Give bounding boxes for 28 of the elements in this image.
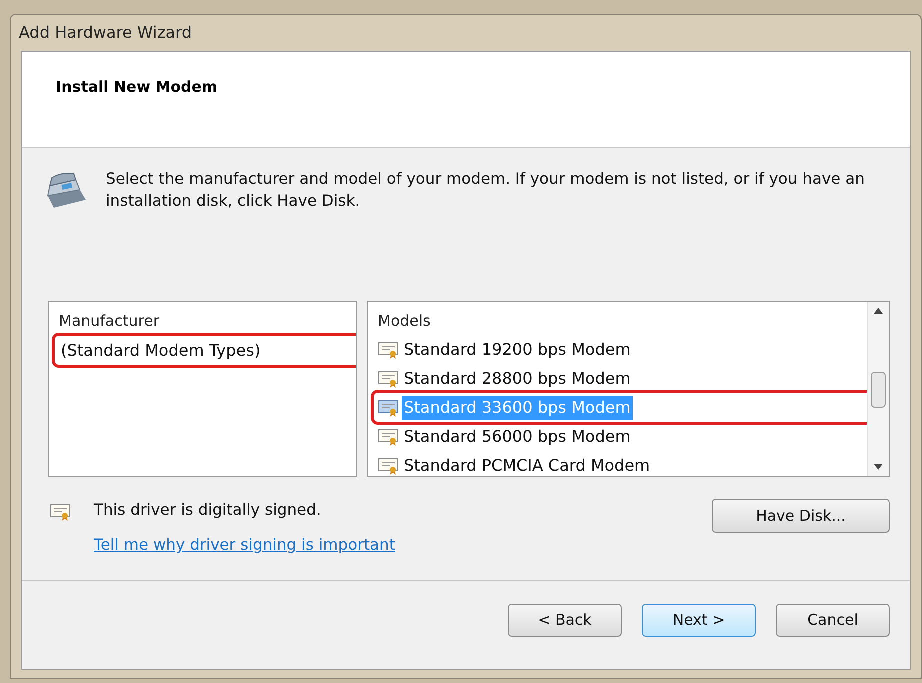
list-item[interactable]: Standard 56000 bps Modem bbox=[402, 424, 633, 448]
certificate-icon bbox=[378, 456, 400, 474]
models-list[interactable]: Models Standard 19200 bps Modem Standard 28800 bps Modem Standard 33600 bps Modem Standard 56000 bps Modem Standard PCMCIA Card Modem bbox=[367, 301, 890, 477]
certificate-icon bbox=[378, 428, 400, 446]
driver-signing-link[interactable]: Tell me why driver signing is important bbox=[94, 534, 396, 558]
certificate-icon bbox=[50, 503, 72, 521]
certificate-icon bbox=[378, 398, 400, 416]
scroll-down-icon[interactable] bbox=[874, 464, 883, 470]
signing-status-text: This driver is digitally signed. bbox=[94, 500, 322, 521]
list-item[interactable]: (Standard Modem Types) bbox=[59, 338, 263, 362]
page-heading: Install New Modem bbox=[56, 78, 218, 96]
wizard-button[interactable]: < Back bbox=[508, 604, 622, 636]
window-title: Add Hardware Wizard bbox=[19, 22, 192, 44]
scrollbar[interactable] bbox=[867, 302, 889, 476]
column-heading: Models bbox=[378, 311, 432, 332]
wizard-button[interactable]: Next > bbox=[642, 604, 756, 636]
instruction-text: Select the manufacturer and model of your modem. If your modem is not listed, or if you have an installation disk, click Have Disk. bbox=[106, 169, 866, 212]
wizard-button[interactable]: Cancel bbox=[776, 604, 890, 636]
certificate-icon bbox=[378, 340, 400, 358]
scroll-thumb[interactable] bbox=[871, 372, 886, 408]
list-item[interactable]: Standard 19200 bps Modem bbox=[402, 338, 633, 362]
manufacturer-list[interactable]: Manufacturer (Standard Modem Types) bbox=[48, 301, 357, 477]
scroll-up-icon[interactable] bbox=[874, 308, 883, 314]
have-disk-button[interactable]: Have Disk... bbox=[712, 499, 890, 533]
list-item[interactable]: Standard PCMCIA Card Modem bbox=[402, 454, 652, 476]
column-heading: Manufacturer bbox=[59, 311, 160, 332]
list-item[interactable]: Standard 28800 bps Modem bbox=[402, 366, 633, 390]
certificate-icon bbox=[378, 370, 400, 388]
